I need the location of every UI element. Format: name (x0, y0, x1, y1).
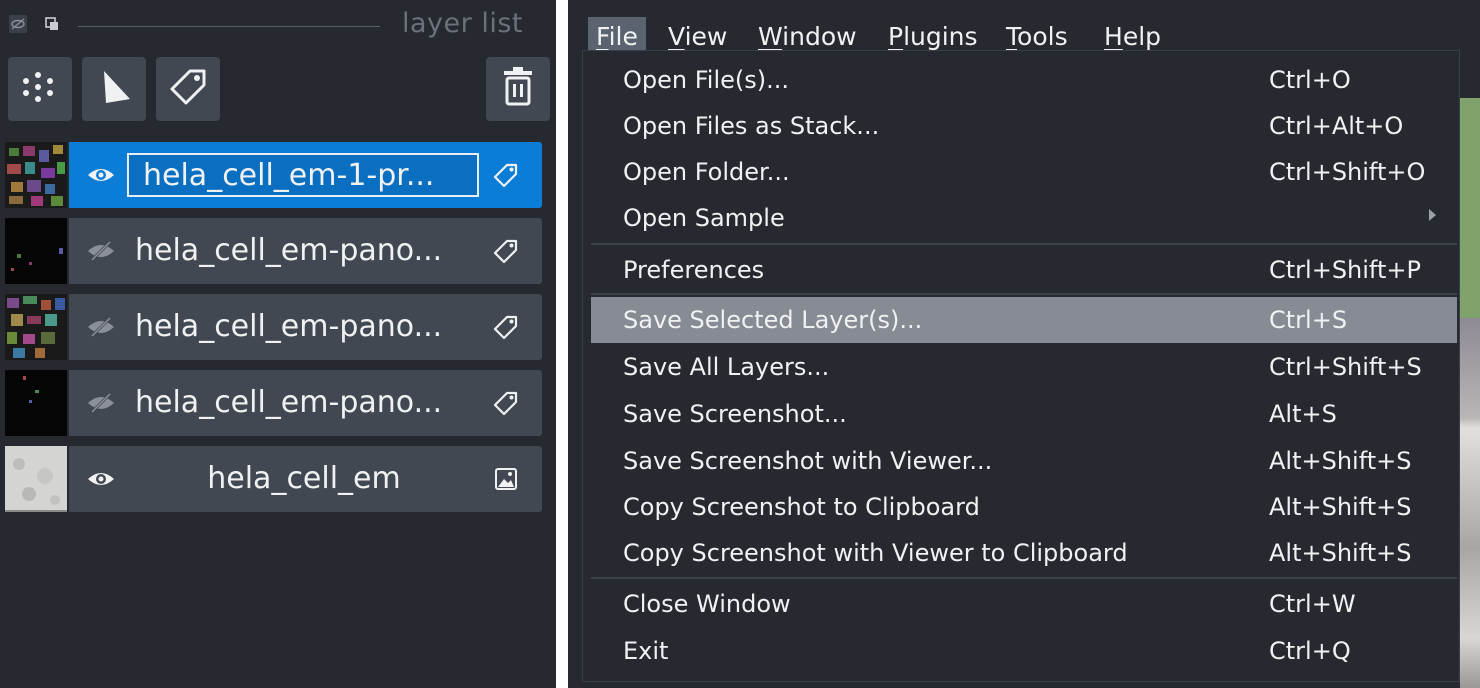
canvas-image-edge (1460, 98, 1480, 688)
layer-name[interactable]: hela_cell_em (129, 458, 479, 500)
trash-icon (501, 67, 535, 111)
menu-item-label: Copy Screenshot with Viewer to Clipboard (623, 539, 1128, 567)
labels-layer-type-icon (489, 312, 523, 342)
delete-layer-button[interactable] (486, 57, 550, 121)
points-icon (20, 69, 60, 109)
menu-item-save-screenshot-with-viewer[interactable]: Save Screenshot with Viewer... Alt+Shift… (591, 438, 1457, 484)
labels-layer-type-icon (489, 236, 523, 266)
menu-item-shortcut: Ctrl+Shift+O (1269, 158, 1426, 186)
menu-item-shortcut: Ctrl+Q (1269, 637, 1351, 665)
menu-item-shortcut: Alt+Shift+S (1269, 447, 1412, 475)
menu-item-shortcut: Alt+Shift+S (1269, 493, 1412, 521)
menu-item-shortcut: Ctrl+Alt+O (1269, 112, 1404, 140)
eye-icon[interactable] (83, 464, 119, 494)
menu-item-save-screenshot[interactable]: Save Screenshot... Alt+S (591, 391, 1457, 437)
menu-item-exit[interactable]: Exit Ctrl+Q (591, 628, 1457, 674)
menu-item-label: Open Sample (623, 204, 785, 232)
layer-name[interactable]: hela_cell_em-pano... (135, 230, 485, 272)
menu-separator (591, 577, 1457, 579)
menu-item-shortcut: Ctrl+O (1269, 66, 1351, 94)
menu-item-label: Open Folder... (623, 158, 790, 186)
menu-bar: File View Window Plugins Tools Help (568, 8, 1480, 57)
layer-row[interactable]: hela_cell_em (0, 446, 542, 512)
eye-slash-icon[interactable] (83, 312, 119, 342)
layer-thumbnail (5, 218, 67, 284)
new-window-icon[interactable] (42, 14, 62, 34)
menu-item-shortcut: Alt+Shift+S (1269, 539, 1412, 567)
menu-item-copy-screenshot-with-viewer[interactable]: Copy Screenshot with Viewer to Clipboard… (591, 530, 1457, 576)
layer-item[interactable]: hela_cell_em (69, 446, 542, 512)
layer-list-header: layer list (0, 0, 556, 52)
toggle-visibility-icon[interactable] (8, 14, 28, 34)
eye-icon[interactable] (83, 160, 119, 190)
layer-item[interactable]: hela_cell_em-pano... (69, 370, 542, 436)
menu-item-label: Exit (623, 637, 669, 665)
layer-thumbnail (5, 142, 67, 208)
menu-item-label: Open Files as Stack... (623, 112, 880, 140)
layer-name[interactable]: hela_cell_em-pano... (135, 382, 485, 424)
labels-layer-type-icon (489, 160, 523, 190)
layer-name[interactable]: hela_cell_em-pano... (135, 306, 485, 348)
menu-item-label: Close Window (623, 590, 791, 618)
file-menu-dropdown: Open File(s)... Ctrl+O Open Files as Sta… (582, 50, 1460, 682)
menu-separator (591, 243, 1457, 245)
menu-item-shortcut: Ctrl+W (1269, 590, 1356, 618)
menu-item-copy-screenshot[interactable]: Copy Screenshot to Clipboard Alt+Shift+S (591, 484, 1457, 530)
menu-item-label: Preferences (623, 256, 765, 284)
menu-item-label: Save Selected Layer(s)... (623, 306, 923, 334)
menu-item-shortcut: Ctrl+S (1269, 306, 1348, 334)
menu-item-shortcut: Ctrl+Shift+S (1269, 353, 1422, 381)
submenu-arrow-icon (1429, 209, 1436, 221)
menu-item-label: Save All Layers... (623, 353, 830, 381)
labels-layer-type-icon (489, 388, 523, 418)
viewer-area: File View Window Plugins Tools Help Open… (568, 0, 1480, 688)
menu-item-label: Open File(s)... (623, 66, 790, 94)
menu-item-open-files[interactable]: Open File(s)... Ctrl+O (591, 57, 1457, 103)
new-points-layer-button[interactable] (8, 57, 72, 121)
menu-item-label: Copy Screenshot to Clipboard (623, 493, 980, 521)
layer-name-input[interactable]: hela_cell_em-1-pr... (127, 153, 479, 197)
menu-item-open-sample[interactable]: Open Sample (591, 195, 1457, 241)
menu-item-preferences[interactable]: Preferences Ctrl+Shift+P (591, 247, 1457, 293)
layer-thumbnail (5, 294, 67, 360)
layer-row[interactable]: hela_cell_em-1-pr... (0, 142, 542, 208)
image-layer-type-icon (489, 464, 523, 494)
eye-slash-icon[interactable] (83, 236, 119, 266)
layer-row[interactable]: hela_cell_em-pano... (0, 370, 542, 436)
layer-thumbnail (5, 446, 67, 512)
layer-row[interactable]: hela_cell_em-pano... (0, 294, 542, 360)
menu-item-close-window[interactable]: Close Window Ctrl+W (591, 581, 1457, 627)
menu-item-shortcut: Ctrl+Shift+P (1269, 256, 1421, 284)
menu-item-label: Save Screenshot with Viewer... (623, 447, 993, 475)
new-shapes-layer-button[interactable] (82, 57, 146, 121)
layer-thumbnail (5, 370, 67, 436)
shapes-icon (92, 67, 136, 111)
menu-separator (591, 293, 1457, 295)
panel-divider (556, 0, 568, 688)
layer-item[interactable]: hela_cell_em-pano... (69, 218, 542, 284)
new-labels-layer-button[interactable] (156, 57, 220, 121)
menu-item-shortcut: Alt+S (1269, 400, 1337, 428)
menu-item-open-folder[interactable]: Open Folder... Ctrl+Shift+O (591, 149, 1457, 195)
layer-item[interactable]: hela_cell_em-pano... (69, 294, 542, 360)
menu-item-save-selected-layers[interactable]: Save Selected Layer(s)... Ctrl+S (591, 297, 1457, 343)
menu-item-label: Save Screenshot... (623, 400, 847, 428)
panel-title: layer list (402, 8, 523, 39)
layer-list-panel: layer list hela_cell_em-1-pr... hela_cel… (0, 0, 556, 688)
layer-row[interactable]: hela_cell_em-pano... (0, 218, 542, 284)
eye-slash-icon[interactable] (83, 388, 119, 418)
labels-tag-icon (168, 67, 208, 111)
menu-item-open-files-as-stack[interactable]: Open Files as Stack... Ctrl+Alt+O (591, 103, 1457, 149)
header-rule (78, 26, 380, 27)
menu-item-save-all-layers[interactable]: Save All Layers... Ctrl+Shift+S (591, 344, 1457, 390)
layer-item[interactable]: hela_cell_em-1-pr... (69, 142, 542, 208)
